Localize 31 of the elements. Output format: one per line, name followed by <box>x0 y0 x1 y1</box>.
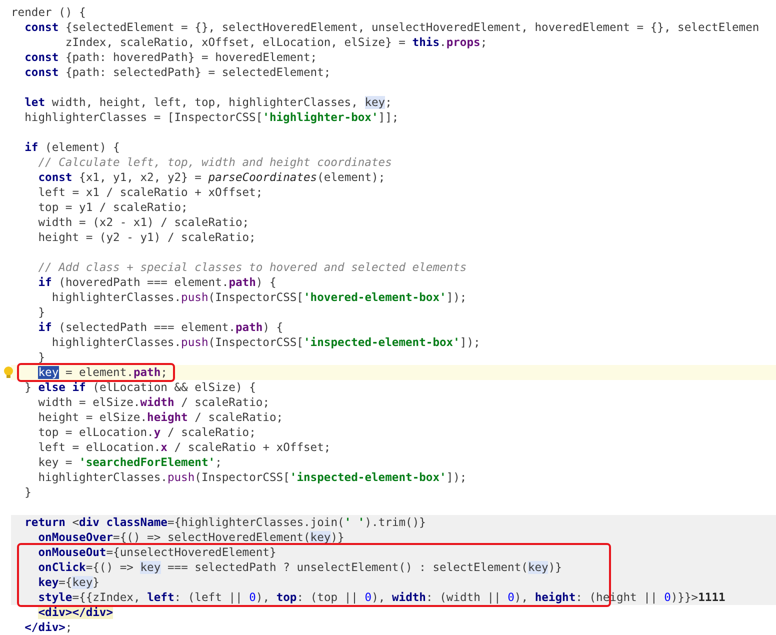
lightbulb-icon[interactable] <box>3 366 14 379</box>
code-line: </div>; <box>24 620 74 635</box>
code-line: highlighterClasses = [InspectorCSS['highlighter-box']]; <box>24 110 400 125</box>
code-line: } <box>24 485 32 500</box>
code-line: } <box>37 305 46 320</box>
code-line: } else if (elLocation && elSize) { <box>24 380 257 395</box>
code-line: zIndex, scaleRatio, xOffset, elLocation, elSize} = this.props; <box>64 35 488 50</box>
code-line: // Calculate left, top, width and height coordinates <box>37 155 393 170</box>
code-line: highlighterClasses.push(InspectorCSS['inspected-element-box']); <box>37 470 468 485</box>
code-line: if (selectedPath === element.path) { <box>37 320 284 335</box>
code-line: if (element) { <box>24 140 121 155</box>
code-line: const {path: selectedPath} = selectedElement; <box>24 65 332 80</box>
code-line: const {selectedElement = {}, selectHoveredElement, unselectHoveredElement, hoveredElement = {}, selectElemen <box>24 20 760 35</box>
code-line: left = x1 / scaleRatio + xOffset; <box>37 185 264 200</box>
code-line: const {x1, y1, x2, y2} = parseCoordinates(element); <box>37 170 386 185</box>
code-line: width = elSize.width / scaleRatio; <box>37 395 270 410</box>
code-line: left = elLocation.x / scaleRatio + xOffset; <box>37 440 332 455</box>
code-line: render () { <box>11 5 87 20</box>
code-line: // Add class + special classes to hovered and selected elements <box>37 260 468 275</box>
code-line: let width, height, left, top, highlighterClasses, key; <box>24 95 393 110</box>
code-line: height = elSize.height / scaleRatio; <box>37 410 284 425</box>
code-line: highlighterClasses.push(InspectorCSS['inspected-element-box']); <box>50 335 482 350</box>
code-line: key = 'searchedForElement'; <box>37 455 223 470</box>
code-line: } <box>37 350 46 365</box>
code-line: highlighterClasses.push(InspectorCSS['hovered-element-box']); <box>50 290 468 305</box>
code-line: height = (y2 - y1) / scaleRatio; <box>37 230 257 245</box>
code-line: if (hoveredPath === element.path) { <box>37 275 278 290</box>
code-line: const {path: hoveredPath} = hoveredElement; <box>24 50 318 65</box>
code-line: top = elLocation.y / scaleRatio; <box>37 425 257 440</box>
code-line: width = (x2 - x1) / scaleRatio; <box>37 215 250 230</box>
code-line: top = y1 / scaleRatio; <box>37 200 189 215</box>
